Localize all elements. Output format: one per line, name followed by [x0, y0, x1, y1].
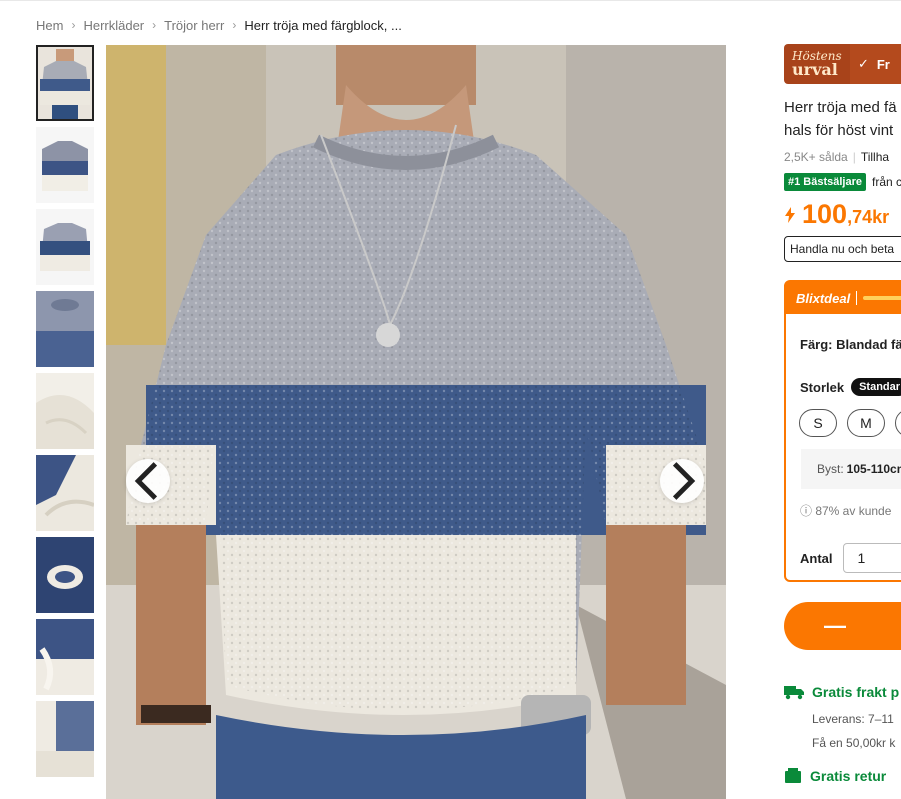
availability-text[interactable]: Tillha: [861, 150, 889, 164]
flash-deal-header: Blixtdeal: [786, 282, 901, 314]
bestseller-category[interactable]: från c: [872, 175, 901, 189]
measure-label: Byst:: [817, 462, 844, 476]
flash-deal-box: Blixtdeal Färg: Blandad fä Storlek Stand…: [784, 280, 901, 582]
size-option-m[interactable]: M: [847, 409, 885, 437]
size-label: Storlek: [800, 379, 845, 395]
top-divider: [0, 0, 901, 1]
breadcrumb-current: Herr tröja med färgblock, ...: [244, 17, 402, 33]
bestseller-row: #1 Bästsäljare från c: [784, 173, 901, 191]
breadcrumb-chevron-icon: ›: [232, 18, 237, 32]
breadcrumb-chevron-icon: ›: [152, 18, 157, 32]
thumbnail-8[interactable]: [36, 619, 94, 695]
chevron-right-icon: [672, 462, 696, 500]
add-to-cart-button[interactable]: —: [784, 602, 901, 650]
breadcrumb-mens-sweaters[interactable]: Tröjor herr: [164, 18, 224, 33]
free-shipping-row[interactable]: Gratis frakt p: [784, 684, 901, 700]
promo-badge-row: Höstens urval ✓ Fr: [784, 44, 901, 84]
thumbnail-6[interactable]: [36, 455, 94, 531]
price-decimal: ,74kr: [847, 207, 890, 227]
sales-info: 2,5K+ sålda | Tillha: [784, 150, 901, 164]
breadcrumb-mens-clothing[interactable]: Herrkläder: [83, 18, 144, 33]
sold-count: 2,5K+ sålda: [784, 150, 848, 164]
bestseller-badge: #1 Bästsäljare: [784, 173, 866, 191]
lightning-icon: [784, 207, 796, 228]
main-product-image[interactable]: [106, 45, 726, 799]
breadcrumb-chevron-icon: ›: [71, 18, 76, 32]
flash-deal-label: Blixtdeal: [796, 290, 851, 306]
previous-image-button[interactable]: [126, 459, 170, 503]
product-title: Herr tröja med fä hals för höst vint: [784, 96, 901, 142]
quantity-select[interactable]: 1: [842, 543, 901, 573]
measure-value: 105-110cm: [846, 462, 901, 476]
check-icon: ✓: [857, 56, 869, 71]
product-title-line2: hals för höst vint: [784, 122, 894, 139]
thumbnail-1[interactable]: [36, 45, 94, 121]
free-shipping-badge: ✓ Fr: [849, 44, 901, 84]
thumbnail-5[interactable]: [36, 373, 94, 449]
fit-note: ⓘ 87% av kunde: [800, 504, 892, 518]
free-shipping-title: Gratis frakt p: [812, 684, 900, 700]
divider: |: [852, 150, 856, 164]
size-standard-pill[interactable]: Standar: [851, 378, 901, 396]
color-label: Färg: Blandad fä: [800, 337, 901, 352]
thumbnail-7[interactable]: [36, 537, 94, 613]
size-measurement: Byst: 105-110cm: [801, 449, 901, 489]
breadcrumb-home[interactable]: Hem: [36, 18, 63, 33]
size-option-s[interactable]: S: [799, 409, 837, 437]
thumbnail-strip: [36, 45, 94, 783]
breadcrumb: Hem › Herrkläder › Tröjor herr › Herr tr…: [36, 16, 402, 34]
free-returns-row[interactable]: Gratis retur: [784, 768, 901, 784]
divider: [856, 291, 858, 305]
free-badge-label: Fr: [876, 56, 890, 72]
thumbnail-3[interactable]: [36, 209, 94, 285]
product-title-line1: Herr tröja med fä: [784, 99, 897, 116]
autumn-selection-badge: Höstens urval: [784, 44, 850, 84]
sweater-photo: [106, 45, 726, 799]
quantity-row: Antal 1: [800, 543, 901, 573]
price-integer: 100: [802, 199, 848, 229]
truck-icon: [784, 686, 804, 700]
product-info-panel: Höstens urval ✓ Fr Herr tröja med fä hal…: [784, 44, 901, 799]
quantity-label: Antal: [800, 550, 833, 566]
autumn-badge-line2: urval: [792, 60, 838, 79]
chevron-left-icon: [134, 462, 158, 500]
flash-deal-progress: [863, 296, 901, 300]
free-returns-title: Gratis retur: [810, 768, 887, 784]
size-row: Storlek Standar: [800, 378, 901, 396]
delay-credit: Få en 50,00kr k: [812, 736, 896, 750]
delivery-time: Leverans: 7–11: [812, 712, 894, 726]
next-image-button[interactable]: [660, 459, 704, 503]
size-option-next[interactable]: [895, 409, 901, 437]
buy-now-pay-later-banner[interactable]: Handla nu och beta: [784, 236, 901, 262]
size-options: S M: [799, 409, 901, 437]
return-icon: [785, 768, 801, 783]
thumbnail-4[interactable]: [36, 291, 94, 367]
thumbnail-2[interactable]: [36, 127, 94, 203]
price: 100 ,74kr: [784, 199, 901, 230]
thumbnail-9[interactable]: [36, 701, 94, 777]
